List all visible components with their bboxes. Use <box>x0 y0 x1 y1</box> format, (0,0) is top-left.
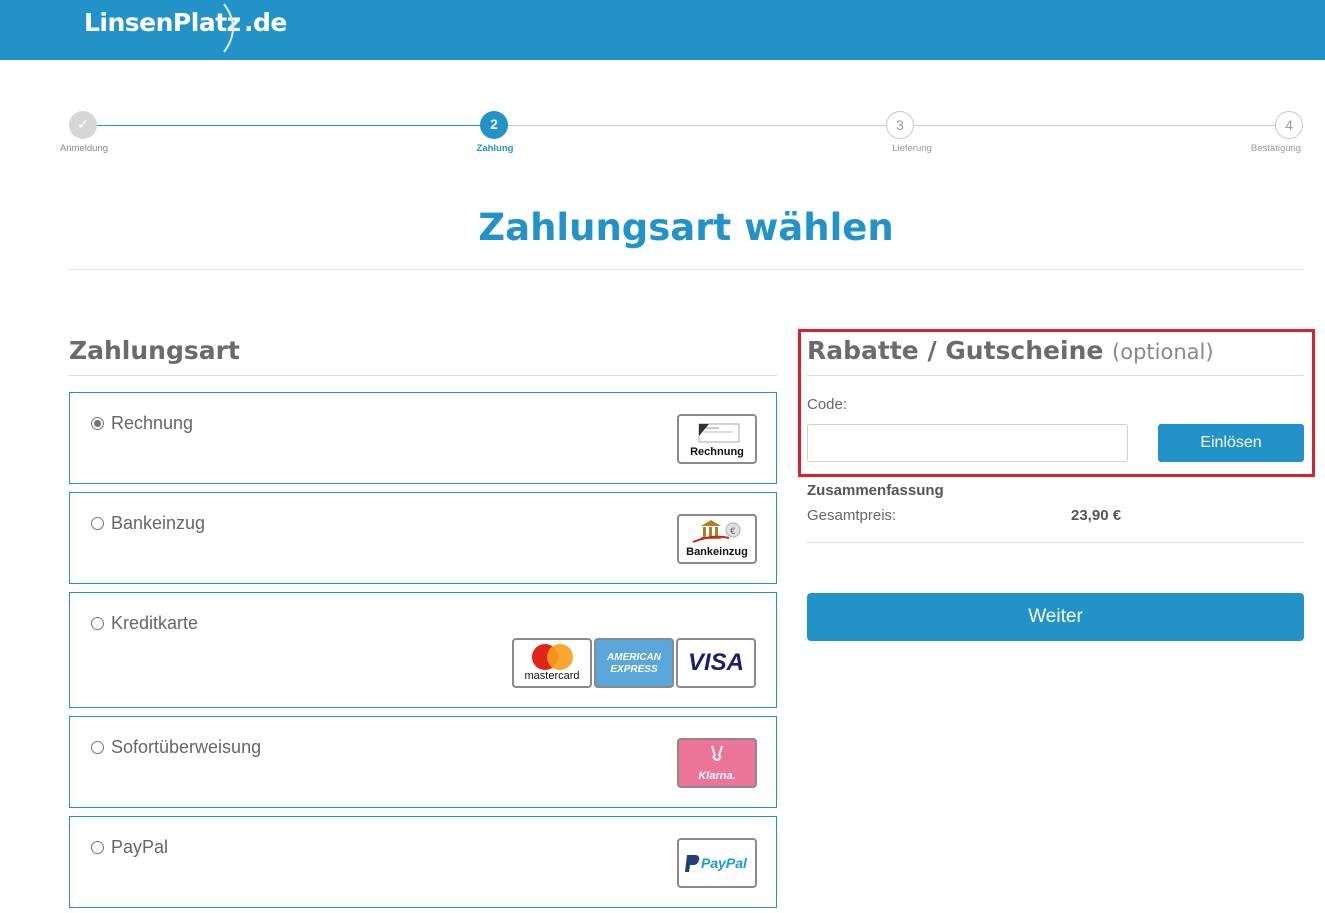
mastercard-circles-icon <box>532 644 573 670</box>
redeem-button[interactable]: Einlösen <box>1158 424 1304 462</box>
logo-tld: .de <box>244 8 287 37</box>
kreditkarte-label[interactable]: Kreditkarte <box>111 613 198 634</box>
step-2-label: Zahlung <box>476 143 514 154</box>
logo-arc-icon <box>223 3 234 53</box>
title-divider <box>68 269 1304 270</box>
payment-heading-divider <box>69 375 777 376</box>
payment-option-kreditkarte[interactable]: Kreditkarte mastercard AMERICAN EXPRESS … <box>69 592 777 708</box>
code-label: Code: <box>807 396 848 413</box>
voucher-heading-divider <box>807 375 1304 376</box>
paypal-text: PayPal <box>701 855 747 871</box>
summary-divider <box>807 542 1304 543</box>
paypal-p-icon <box>685 855 700 872</box>
rechnung-radio[interactable] <box>91 417 104 430</box>
invoice-badge-icon: Rechnung <box>677 414 757 464</box>
visa-text: VISA <box>687 649 744 676</box>
klarna-icon: Klarna. <box>677 738 757 788</box>
invoice-badge-text: Rechnung <box>690 446 744 458</box>
payment-heading: Zahlungsart <box>69 336 240 365</box>
step-4-circle: 4 <box>1275 111 1303 139</box>
voucher-heading: Rabatte / Gutscheine (optional) <box>807 336 1214 365</box>
page-title: Zahlungsart wählen <box>478 206 894 249</box>
paypal-icon: PayPal <box>677 838 757 888</box>
site-logo[interactable]: LinsenPlatz .de <box>84 3 287 54</box>
next-button[interactable]: Weiter <box>807 593 1304 641</box>
voucher-heading-text: Rabatte / Gutscheine <box>807 336 1104 365</box>
bankeinzug-label[interactable]: Bankeinzug <box>111 513 205 534</box>
klarna-text: Klarna. <box>698 770 736 782</box>
amex-icon: AMERICAN EXPRESS <box>594 638 674 688</box>
paypal-label[interactable]: PayPal <box>111 837 168 858</box>
bank-building-icon: € <box>692 520 741 543</box>
payment-option-bankeinzug[interactable]: Bankeinzug € Bankeinzug <box>69 492 777 584</box>
visa-icon: VISA <box>676 638 756 688</box>
payment-option-paypal[interactable]: PayPal PayPal <box>69 816 777 908</box>
klarna-peace-hand-icon <box>711 745 723 761</box>
logo-text: LinsenPlatz <box>84 8 241 37</box>
total-value: 23,90 € <box>1071 507 1122 524</box>
step-3-circle: 3 <box>886 111 914 139</box>
rechnung-label[interactable]: Rechnung <box>111 413 193 434</box>
voucher-optional-text: (optional) <box>1112 340 1214 364</box>
summary-title: Zusammenfassung <box>807 482 944 499</box>
sofort-radio[interactable] <box>91 741 104 754</box>
debit-badge-text: Bankeinzug <box>686 546 748 558</box>
step-1-label: Anmeldung <box>59 143 109 154</box>
invoice-document-icon <box>698 423 740 443</box>
checkout-progress: ✓ Anmeldung 2 Zahlung 3 Lieferung 4 Best… <box>0 108 1325 158</box>
sofort-label[interactable]: Sofortüberweisung <box>111 737 261 758</box>
mastercard-text: mastercard <box>524 670 580 682</box>
kreditkarte-radio[interactable] <box>91 617 104 630</box>
step-2-circle: 2 <box>480 111 508 139</box>
site-header: LinsenPlatz .de <box>0 0 1325 60</box>
step-4-label: Bestätigung <box>1250 143 1302 154</box>
paypal-radio[interactable] <box>91 841 104 854</box>
voucher-code-input[interactable] <box>807 424 1128 462</box>
payment-option-rechnung[interactable]: Rechnung Rechnung <box>69 392 777 484</box>
bankeinzug-radio[interactable] <box>91 517 104 530</box>
total-label: Gesamtpreis: <box>807 507 897 524</box>
amex-text: AMERICAN EXPRESS <box>607 652 661 675</box>
progress-line-complete <box>84 125 494 126</box>
debit-badge-icon: € Bankeinzug <box>677 514 757 564</box>
payment-option-sofort[interactable]: Sofortüberweisung Klarna. <box>69 716 777 808</box>
svg-text:€: € <box>730 527 736 537</box>
mastercard-icon: mastercard <box>512 638 592 688</box>
step-3-label: Lieferung <box>892 143 932 154</box>
step-1-check-icon[interactable]: ✓ <box>69 111 97 139</box>
